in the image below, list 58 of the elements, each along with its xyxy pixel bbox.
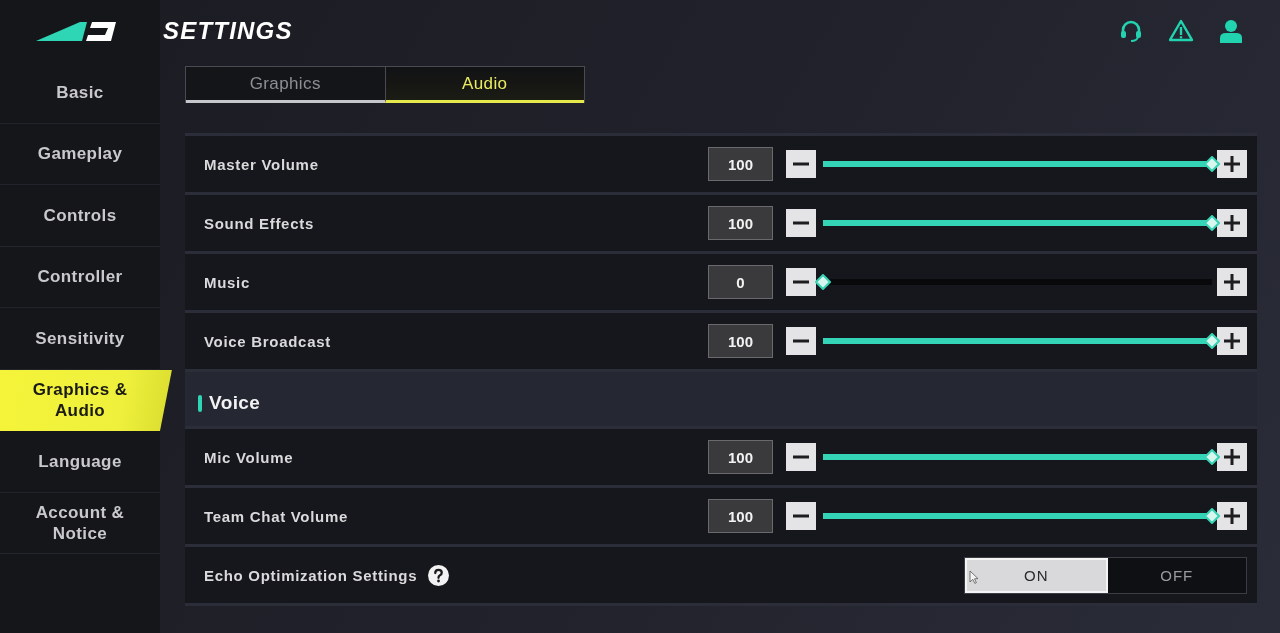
sidebar-item[interactable]: Basic [0,62,160,124]
decrease-button[interactable] [786,443,816,471]
decrease-button[interactable] [786,209,816,237]
sidebar-item[interactable]: Controller [0,246,160,308]
value-field[interactable]: 100 [708,440,773,474]
toggle-option[interactable]: OFF [1107,557,1246,593]
decrease-button[interactable] [786,327,816,355]
sidebar-item[interactable]: Controls [0,185,160,247]
increase-button[interactable] [1217,209,1247,237]
tab[interactable]: Audio [384,67,584,103]
value-field[interactable]: 100 [708,147,773,181]
slider-thumb[interactable] [1204,508,1220,524]
sidebar-item[interactable]: Account & Notice [0,492,160,554]
plus-icon [1224,274,1240,290]
setting-label: Mic Volume [204,448,294,466]
user-icon[interactable] [1219,19,1243,43]
sidebar-item[interactable]: Sensitivity [0,308,160,370]
value-field[interactable]: 100 [708,499,773,533]
toggle-option[interactable]: ON [965,557,1108,593]
tab[interactable]: Graphics [186,67,385,103]
page-title: SETTINGS [163,17,293,45]
slider-thumb[interactable] [815,274,831,290]
sidebar-item[interactable]: Graphics & Audio [0,369,172,431]
value-field[interactable]: 0 [708,265,773,299]
section-title: Voice [209,392,261,414]
plus-icon [1224,215,1240,231]
increase-button[interactable] [1217,502,1247,530]
increase-button[interactable] [1217,327,1247,355]
section-marker-icon [198,394,202,412]
mouse-cursor-icon [969,569,979,584]
slider-thumb[interactable] [1204,333,1220,349]
setting-label: Sound Effects [204,214,314,232]
decrease-button[interactable] [786,502,816,530]
decrease-button[interactable] [786,268,816,296]
sidebar-item[interactable]: Language [0,431,160,493]
headset-icon[interactable] [1119,19,1143,43]
increase-button[interactable] [1217,268,1247,296]
setting-label: Music [204,273,250,291]
plus-icon [1224,449,1240,465]
setting-label: Team Chat Volume [204,507,348,525]
warning-icon[interactable] [1169,19,1193,43]
increase-button[interactable] [1217,443,1247,471]
sidebar-item[interactable]: Gameplay [0,123,160,185]
value-field[interactable]: 100 [708,324,773,358]
slider-thumb[interactable] [1204,449,1220,465]
slider-thumb[interactable] [1204,215,1220,231]
decrease-button[interactable] [786,150,816,178]
increase-button[interactable] [1217,150,1247,178]
plus-icon [1224,508,1240,524]
setting-label: Voice Broadcast [204,332,331,350]
value-field[interactable]: 100 [708,206,773,240]
slider-thumb[interactable] [1204,156,1220,172]
plus-icon [1224,156,1240,172]
setting-label: Echo Optimization Settings [204,566,418,584]
help-icon[interactable] [428,564,450,586]
plus-icon [1224,333,1240,349]
setting-label: Master Volume [204,155,319,173]
logo-icon [36,21,116,41]
